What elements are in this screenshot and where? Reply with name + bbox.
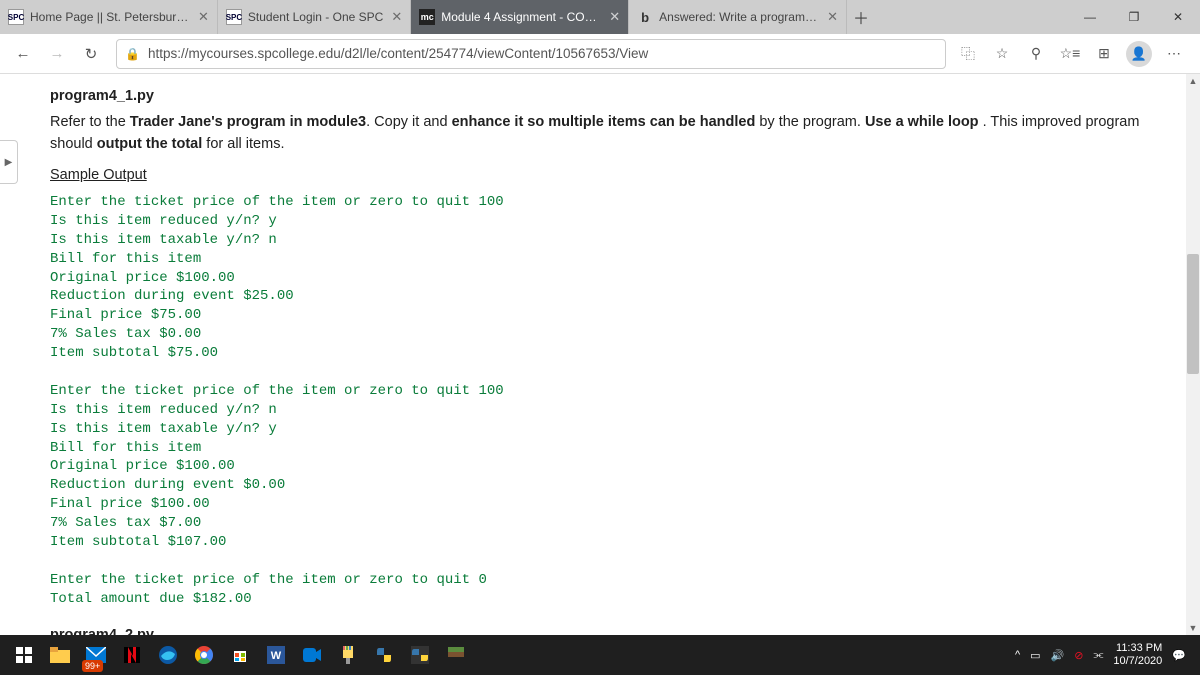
sample-output-block: Enter the ticket price of the item or ze… xyxy=(50,193,1186,609)
taskbar-clock[interactable]: 11:33 PM 10/7/2020 xyxy=(1113,642,1162,667)
sample-output-label: Sample Output xyxy=(50,165,1186,187)
mc-favicon: mc xyxy=(419,9,435,25)
tab-label: Student Login - One SPC xyxy=(248,10,383,24)
netflix-icon[interactable] xyxy=(114,637,150,673)
notifications-icon[interactable]: 💬 xyxy=(1172,649,1186,662)
bartleby-favicon: b xyxy=(637,9,653,25)
favorites-list-icon[interactable]: ☆≡ xyxy=(1058,42,1082,66)
tray-chevron-icon[interactable]: ^ xyxy=(1015,649,1020,661)
tab-4[interactable]: b Answered: Write a program that ✕ xyxy=(629,0,847,34)
system-tray: ^ ▭ 🔊 ⊘ ⫘ 11:33 PM 10/7/2020 💬 xyxy=(1015,642,1194,667)
spc-favicon: SPC xyxy=(8,9,24,25)
address-bar-row: ← → ↻ 🔒 https://mycourses.spcollege.edu/… xyxy=(0,34,1200,74)
maximize-button[interactable]: ❐ xyxy=(1112,0,1156,34)
windows-taskbar: 99+ W ^ ▭ 🔊 ⊘ ⫘ 11:33 PM 10/7/2020 💬 xyxy=(0,635,1200,675)
svg-text:W: W xyxy=(271,650,282,662)
lock-icon: 🔒 xyxy=(125,47,140,61)
vertical-scrollbar[interactable]: ▲ ▼ xyxy=(1186,74,1200,635)
close-icon[interactable]: ✕ xyxy=(609,9,620,25)
paint-icon[interactable] xyxy=(330,637,366,673)
chrome-icon[interactable] xyxy=(186,637,222,673)
url-text: https://mycourses.spcollege.edu/d2l/le/c… xyxy=(148,46,648,61)
mail-icon[interactable]: 99+ xyxy=(78,637,114,673)
scroll-down-arrow[interactable]: ▼ xyxy=(1186,621,1200,635)
camera-icon[interactable] xyxy=(294,637,330,673)
battery-icon[interactable]: ▭ xyxy=(1030,649,1040,662)
window-controls: — ❐ ✕ xyxy=(1068,0,1200,34)
security-icon[interactable]: ⊘ xyxy=(1074,649,1083,662)
tab-label: Module 4 Assignment - COP100 xyxy=(441,10,601,24)
volume-icon[interactable]: 🔊 xyxy=(1051,649,1065,662)
store-icon[interactable] xyxy=(222,637,258,673)
sidebar-expand-handle[interactable]: ▶ xyxy=(0,140,18,184)
toolbar-right: ⿻ ☆ ⚲ ☆≡ ⊞ 👤 ⋯ xyxy=(956,41,1192,67)
word-icon[interactable]: W xyxy=(258,637,294,673)
minecraft-icon[interactable] xyxy=(438,637,474,673)
idle-icon[interactable] xyxy=(402,637,438,673)
new-tab-button[interactable]: ＋ xyxy=(847,0,875,34)
read-aloud-icon[interactable]: ⿻ xyxy=(956,42,980,66)
extensions-icon[interactable]: ⚲ xyxy=(1024,42,1048,66)
tab-label: Home Page || St. Petersburg Coll xyxy=(30,10,190,24)
minimize-button[interactable]: — xyxy=(1068,0,1112,34)
close-window-button[interactable]: ✕ xyxy=(1156,0,1200,34)
mail-badge: 99+ xyxy=(82,660,103,672)
refresh-button[interactable]: ↻ xyxy=(76,39,106,69)
browser-tab-strip: SPC Home Page || St. Petersburg Coll ✕ S… xyxy=(0,0,1200,34)
tab-3-active[interactable]: mc Module 4 Assignment - COP100 ✕ xyxy=(411,0,629,34)
tab-2[interactable]: SPC Student Login - One SPC ✕ xyxy=(218,0,411,34)
clock-date: 10/7/2020 xyxy=(1113,655,1162,668)
wifi-icon[interactable]: ⫘ xyxy=(1093,649,1103,662)
tab-1[interactable]: SPC Home Page || St. Petersburg Coll ✕ xyxy=(0,0,218,34)
back-button[interactable]: ← xyxy=(8,39,38,69)
python-icon[interactable] xyxy=(366,637,402,673)
more-menu-icon[interactable]: ⋯ xyxy=(1162,42,1186,66)
spc-favicon: SPC xyxy=(226,9,242,25)
close-icon[interactable]: ✕ xyxy=(198,9,209,25)
file-explorer-icon[interactable] xyxy=(42,637,78,673)
clock-time: 11:33 PM xyxy=(1113,642,1162,655)
favorite-icon[interactable]: ☆ xyxy=(990,42,1014,66)
page-content: program4_1.py Refer to the Trader Jane's… xyxy=(50,86,1186,635)
start-button[interactable] xyxy=(6,637,42,673)
scroll-up-arrow[interactable]: ▲ xyxy=(1186,74,1200,88)
tab-label: Answered: Write a program that xyxy=(659,10,819,24)
scroll-thumb[interactable] xyxy=(1187,254,1199,374)
collections-icon[interactable]: ⊞ xyxy=(1092,42,1116,66)
program-1-title: program4_1.py xyxy=(50,86,1186,108)
forward-button[interactable]: → xyxy=(42,39,72,69)
close-icon[interactable]: ✕ xyxy=(827,9,838,25)
close-icon[interactable]: ✕ xyxy=(391,9,402,25)
program-2-title: program4_2.py xyxy=(50,625,1186,635)
edge-icon[interactable] xyxy=(150,637,186,673)
profile-avatar[interactable]: 👤 xyxy=(1126,41,1152,67)
address-bar[interactable]: 🔒 https://mycourses.spcollege.edu/d2l/le… xyxy=(116,39,946,69)
program-1-instructions: Refer to the Trader Jane's program in mo… xyxy=(50,112,1186,156)
